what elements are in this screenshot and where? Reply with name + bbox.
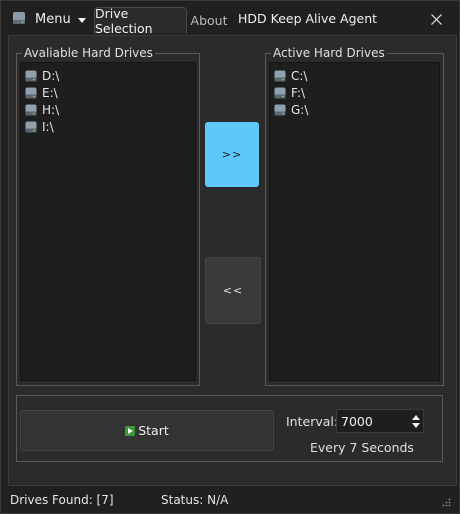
start-label: Start — [138, 423, 169, 438]
interval-stepper[interactable]: 7000 — [336, 409, 424, 433]
drive-label: G:\ — [291, 102, 309, 117]
drive-selection-panel: Avaliable Hard Drives D:\ E:\ H:\ I:\ >>… — [8, 35, 457, 486]
close-icon — [430, 13, 442, 25]
drive-label: E:\ — [42, 85, 58, 100]
hard-drive-icon — [274, 87, 286, 98]
tab-about[interactable]: About — [189, 7, 229, 33]
list-item[interactable]: E:\ — [21, 84, 195, 101]
drive-label: H:\ — [42, 102, 60, 117]
drives-found-text: Drives Found: [7] — [10, 493, 114, 507]
interval-spinner[interactable] — [409, 410, 423, 432]
tab-label: About — [190, 12, 228, 28]
status-bar: Drives Found: [7] Status: N/A — [1, 487, 459, 513]
tab-drive-selection[interactable]: Drive Selection — [94, 6, 187, 36]
app-window: Menu Drive Selection About HDD Keep Aliv… — [0, 0, 460, 514]
list-item[interactable]: D:\ — [21, 67, 195, 84]
menu-label: Menu — [35, 11, 71, 27]
start-button[interactable]: Start — [20, 410, 274, 451]
drive-label: C:\ — [291, 68, 308, 83]
hard-drive-icon — [274, 70, 286, 81]
list-item[interactable]: C:\ — [270, 67, 439, 84]
active-drives-title: Active Hard Drives — [271, 46, 387, 60]
active-drives-list[interactable]: C:\ F:\ G:\ — [269, 62, 440, 381]
list-item[interactable]: G:\ — [270, 101, 439, 118]
interval-value[interactable]: 7000 — [337, 414, 409, 429]
list-item[interactable]: F:\ — [270, 84, 439, 101]
hard-drive-icon — [25, 87, 37, 98]
drive-label: D:\ — [42, 68, 60, 83]
list-item[interactable]: I:\ — [21, 118, 195, 135]
active-drives-group: Active Hard Drives C:\ F:\ G:\ — [265, 46, 444, 386]
close-button[interactable] — [420, 7, 452, 31]
hard-drive-icon — [25, 104, 37, 115]
window-title: HDD Keep Alive Agent — [238, 11, 378, 26]
available-drives-list[interactable]: D:\ E:\ H:\ I:\ — [20, 62, 196, 381]
app-drive-icon — [13, 12, 25, 24]
hard-drive-icon — [25, 121, 37, 132]
hard-drive-icon — [25, 70, 37, 81]
available-drives-group: Avaliable Hard Drives D:\ E:\ H:\ I:\ — [16, 46, 200, 386]
title-bar: Menu Drive Selection About HDD Keep Aliv… — [1, 1, 459, 36]
drive-label: F:\ — [291, 85, 306, 100]
resize-grip-icon[interactable] — [442, 498, 451, 507]
play-icon — [125, 425, 136, 436]
add-to-active-button[interactable]: >> — [205, 122, 259, 187]
menu-button[interactable]: Menu — [35, 10, 86, 28]
hard-drive-icon — [274, 104, 286, 115]
interval-label: Interval: — [286, 414, 339, 429]
remove-from-active-button[interactable]: << — [205, 257, 261, 324]
list-item[interactable]: H:\ — [21, 101, 195, 118]
decrement-arrow-icon[interactable] — [412, 422, 420, 428]
chevron-down-icon — [77, 17, 86, 23]
control-group: Start Interval: 7000 Every 7 Seconds — [16, 395, 443, 462]
available-drives-title: Avaliable Hard Drives — [22, 46, 155, 60]
tab-label: Drive Selection — [95, 6, 153, 36]
interval-description: Every 7 Seconds — [310, 440, 414, 455]
status-text: Status: N/A — [161, 493, 229, 507]
drive-label: I:\ — [42, 119, 54, 134]
increment-arrow-icon[interactable] — [412, 414, 420, 420]
